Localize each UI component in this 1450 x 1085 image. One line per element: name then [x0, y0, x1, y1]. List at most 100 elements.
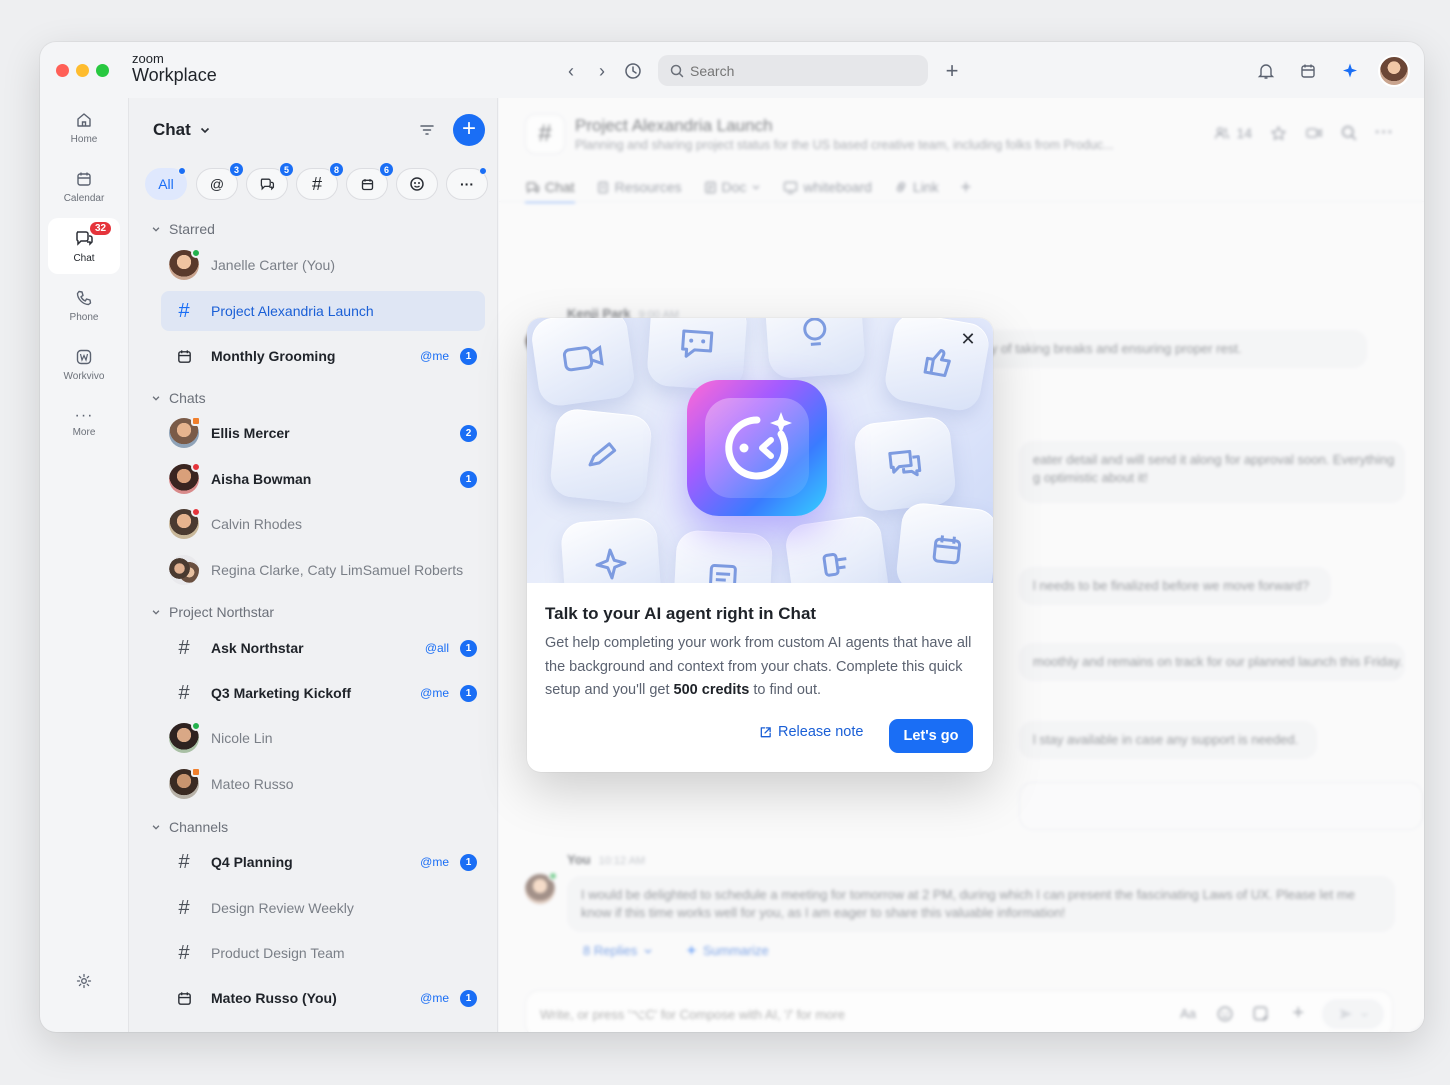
nav-rail: Home Calendar 32 Chat Phone Workvivo ···… [40, 98, 128, 1032]
dialog-title: Talk to your AI agent right in Chat [545, 604, 817, 623]
home-icon [77, 113, 91, 127]
rail-workvivo[interactable]: Workvivo [48, 337, 120, 393]
channel-hash-icon: # [178, 636, 190, 659]
list-item-name: Project Alexandria Launch [211, 303, 374, 319]
ai-agent-hero-icon [687, 380, 827, 516]
avatar [169, 416, 201, 448]
section-project-northstar[interactable]: Project Northstar [151, 604, 274, 620]
section-starred[interactable]: Starred [151, 221, 215, 237]
back-button[interactable]: ‹ [560, 60, 582, 82]
list-item[interactable]: Ellis Mercer 2 [161, 413, 485, 453]
rail-workvivo-label: Workvivo [63, 371, 105, 382]
list-item-name: Mateo Russo (You) [211, 990, 337, 1006]
sparkle-icon [1343, 63, 1357, 78]
section-starred-label: Starred [169, 221, 215, 237]
video-tile-icon [529, 318, 637, 409]
new-chat-button[interactable]: + [453, 114, 485, 146]
list-item[interactable]: Monthly Grooming @me 1 [161, 336, 485, 376]
chevron-down-icon [152, 227, 160, 232]
list-item[interactable]: Mateo Russo (You) @me 1 [161, 978, 485, 1018]
chevron-down-icon [152, 825, 160, 830]
mention-tag: @me [420, 991, 449, 1005]
section-channels-label: Channels [169, 819, 229, 835]
status-indicator [191, 416, 201, 426]
calendar-icon [77, 172, 91, 186]
lets-go-button[interactable]: Let's go [889, 719, 973, 753]
search-bar[interactable] [658, 55, 928, 86]
unread-count: 1 [460, 347, 477, 365]
search-input[interactable] [690, 62, 890, 79]
list-item[interactable]: Janelle Carter (You) [161, 245, 485, 285]
filter-threads-badge: 5 [279, 162, 294, 177]
rail-phone[interactable]: Phone [48, 278, 120, 334]
filter-more[interactable]: ··· [446, 167, 488, 200]
rail-chat[interactable]: 32 Chat [48, 218, 120, 274]
list-item[interactable]: # Product Design Team [161, 933, 485, 973]
mention-tag: @all [424, 641, 449, 655]
settings-button[interactable] [48, 953, 120, 1009]
avatar [169, 462, 201, 494]
notifications-button[interactable] [1254, 59, 1278, 83]
forward-button[interactable]: › [591, 60, 613, 82]
ai-agent-illustration [527, 318, 993, 583]
list-item[interactable]: Mateo Russo [161, 764, 485, 804]
history-button[interactable] [622, 60, 644, 82]
filter-apps[interactable] [396, 168, 438, 200]
list-item[interactable]: # Q3 Marketing Kickoff @me 1 [161, 673, 485, 713]
schedule-button[interactable] [1296, 59, 1320, 83]
section-chats-label: Chats [169, 390, 206, 406]
calendar-icon [169, 341, 199, 371]
chat-list-title[interactable]: Chat [153, 120, 211, 140]
section-chats[interactable]: Chats [151, 390, 206, 406]
calendar-icon [361, 178, 373, 190]
chevron-down-icon [152, 610, 160, 615]
filter-threads[interactable]: 5 [246, 162, 294, 200]
document-tile-icon [672, 529, 774, 583]
list-item-name: Q4 Planning [211, 854, 293, 870]
close-dialog-button[interactable]: ✕ [957, 328, 979, 350]
online-indicator [191, 248, 201, 258]
rail-phone-label: Phone [69, 312, 99, 323]
list-item[interactable]: # Design Review Weekly [161, 888, 485, 928]
unread-count: 1 [460, 989, 477, 1007]
workflow-tile-icon [783, 513, 891, 583]
maximize-window-button[interactable] [96, 64, 109, 77]
list-item[interactable]: # Ask Northstar @all 1 [161, 628, 485, 668]
minimize-window-button[interactable] [76, 64, 89, 77]
list-item[interactable]: # Q4 Planning @me 1 [161, 842, 485, 882]
avatar [169, 507, 201, 539]
rail-calendar[interactable]: Calendar [48, 159, 120, 215]
filter-button[interactable] [419, 122, 435, 143]
release-note-link[interactable]: Release note [759, 724, 863, 740]
avatar [169, 248, 201, 280]
section-channels[interactable]: Channels [151, 819, 228, 835]
filter-meetings[interactable]: 6 [346, 162, 394, 200]
user-avatar[interactable] [1378, 55, 1410, 87]
list-item[interactable]: Regina Clarke, Caty LimSamuel Roberts [161, 550, 485, 590]
app-logo: zoom Workplace [132, 52, 217, 84]
rail-home[interactable]: Home [48, 100, 120, 156]
busy-indicator [191, 462, 201, 472]
ai-agent-dialog: ✕ Talk to your AI agent right in Chat Ge… [527, 318, 993, 772]
filter-mentions[interactable]: @ 3 [196, 162, 244, 200]
list-item[interactable]: # Project Alexandria Launch [161, 291, 485, 331]
list-item[interactable]: Nicole Lin [161, 718, 485, 758]
list-item-name: Mateo Russo [211, 776, 294, 792]
channel-hash-icon: # [178, 299, 190, 322]
list-item-name: Design Review Weekly [211, 900, 354, 916]
group-avatar [169, 555, 199, 585]
rail-more[interactable]: ··· More [48, 396, 120, 452]
mention-tag: @me [420, 349, 449, 363]
workvivo-icon [76, 349, 92, 365]
ai-companion-button[interactable] [1338, 59, 1362, 83]
status-indicator [191, 767, 201, 777]
list-item-name: Calvin Rhodes [211, 516, 303, 532]
filter-meetings-badge: 6 [379, 162, 394, 177]
list-item[interactable]: Calvin Rhodes [161, 504, 485, 544]
filter-all[interactable]: All [145, 167, 187, 200]
close-window-button[interactable] [56, 64, 69, 77]
new-tab-button[interactable]: + [941, 60, 963, 82]
filter-channels[interactable]: # 8 [296, 162, 344, 200]
threads-icon [260, 178, 275, 191]
list-item[interactable]: Aisha Bowman 1 [161, 459, 485, 499]
